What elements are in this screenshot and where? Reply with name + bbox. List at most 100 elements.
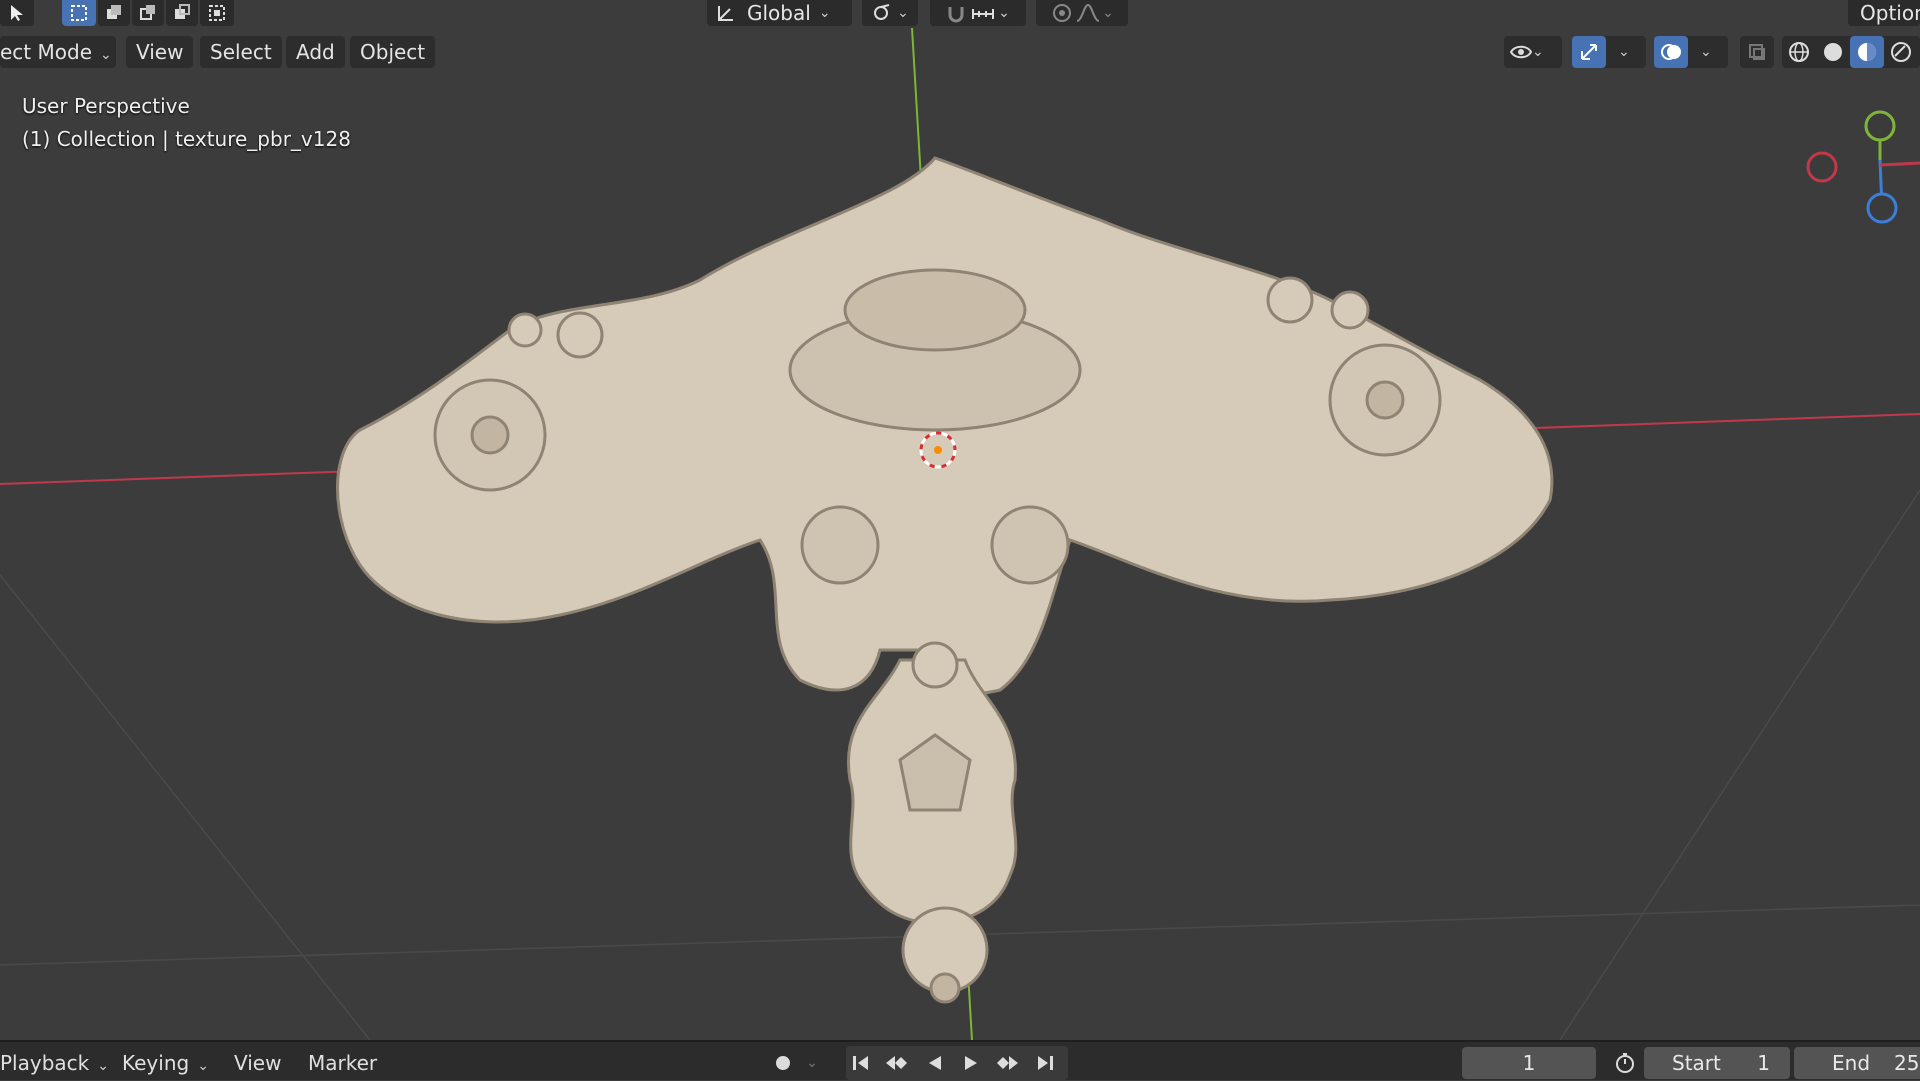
select-intersect-button[interactable] bbox=[200, 0, 234, 26]
magnet-icon bbox=[948, 7, 964, 23]
3d-viewport[interactable]: Global ⌄ ⌄ ⌄ ⌄ Option ect Mode ⌄ View Sel… bbox=[0, 0, 1920, 1040]
overlay-icon bbox=[1654, 36, 1688, 68]
jump-end-button[interactable] bbox=[1030, 1050, 1060, 1076]
mode-dropdown[interactable]: ect Mode ⌄ bbox=[0, 36, 116, 68]
stopwatch-icon bbox=[1616, 1053, 1634, 1073]
proportional-edit-group[interactable]: ⌄ bbox=[1036, 0, 1128, 26]
chevron-down-icon: ⌄ bbox=[1102, 5, 1114, 21]
keying-dropdown[interactable]: Keying ⌄ bbox=[122, 1048, 209, 1078]
playback-label: Playback bbox=[0, 1051, 90, 1075]
gizmo-toggle[interactable]: ⌄ bbox=[1572, 36, 1646, 68]
chevron-down-icon: ⌄ bbox=[1532, 44, 1544, 60]
menu-view[interactable]: View bbox=[126, 36, 194, 68]
end-frame-field[interactable]: End 25 bbox=[1794, 1047, 1920, 1079]
menu-object[interactable]: Object bbox=[350, 36, 436, 68]
pivot-point-dropdown[interactable]: ⌄ bbox=[862, 0, 918, 26]
visibility-dropdown[interactable]: ⌄ bbox=[1504, 36, 1562, 68]
gizmo-neg-x-handle bbox=[1806, 151, 1838, 183]
shading-mode-group[interactable] bbox=[1782, 36, 1920, 68]
record-button[interactable] bbox=[768, 1050, 798, 1076]
grid-line bbox=[0, 574, 371, 1040]
next-keyframe-button[interactable] bbox=[992, 1050, 1022, 1076]
select-new-button[interactable] bbox=[62, 0, 96, 26]
chevron-down-icon: ⌄ bbox=[1700, 44, 1712, 60]
gizmo-z-handle bbox=[1866, 192, 1898, 224]
falloff-curve-icon bbox=[1076, 3, 1100, 22]
perspective-label: User Perspective bbox=[22, 94, 190, 118]
play-reverse-button[interactable] bbox=[920, 1050, 950, 1076]
start-value: 1 bbox=[1757, 1051, 1770, 1075]
prev-keyframe-button[interactable] bbox=[882, 1050, 912, 1076]
gizmo-x-axis bbox=[1879, 161, 1920, 167]
chevron-down-icon: ⌄ bbox=[100, 47, 112, 63]
select-new-icon bbox=[71, 5, 87, 21]
select-extend-icon bbox=[107, 5, 121, 19]
proportional-edit-icon bbox=[1053, 4, 1072, 22]
select-intersect-icon bbox=[209, 5, 225, 21]
end-label: End bbox=[1832, 1051, 1871, 1075]
rendered-icon[interactable] bbox=[1884, 36, 1918, 68]
select-subtract-button[interactable] bbox=[132, 0, 164, 26]
select-tool-button[interactable] bbox=[0, 0, 34, 26]
play-button[interactable] bbox=[956, 1050, 986, 1076]
select-invert-button[interactable] bbox=[166, 0, 198, 26]
timeline-menu-view[interactable]: View bbox=[234, 1048, 281, 1078]
chevron-down-icon: ⌄ bbox=[818, 5, 831, 21]
timeline-header: Playback ⌄ Keying ⌄ View Marker ⌄ 1 Star… bbox=[0, 1040, 1920, 1080]
chevron-down-icon: ⌄ bbox=[806, 1055, 818, 1071]
keying-label: Keying bbox=[122, 1051, 190, 1075]
jump-start-icon bbox=[853, 1056, 868, 1070]
stopwatch-button[interactable] bbox=[1610, 1050, 1640, 1076]
gizmo-y-handle bbox=[1864, 110, 1896, 142]
cursor-arrow-icon bbox=[11, 5, 23, 21]
wireframe-icon[interactable] bbox=[1782, 36, 1816, 68]
next-keyframe-icon bbox=[997, 1056, 1018, 1070]
pivot-point-icon bbox=[874, 4, 890, 20]
chevron-down-icon: ⌄ bbox=[197, 1058, 209, 1074]
chevron-down-icon: ⌄ bbox=[97, 1058, 109, 1074]
xray-toggle[interactable] bbox=[1740, 36, 1774, 68]
gizmo-icon bbox=[1572, 36, 1606, 68]
play-icon bbox=[965, 1056, 977, 1070]
snap-increment-icon bbox=[972, 9, 995, 19]
viewport-info: User Perspective (1) Collection | textur… bbox=[22, 90, 351, 156]
mode-label: ect Mode bbox=[0, 40, 92, 64]
record-options-dropdown[interactable]: ⌄ bbox=[800, 1050, 824, 1076]
record-icon bbox=[776, 1056, 790, 1070]
start-frame-field[interactable]: Start 1 bbox=[1644, 1047, 1790, 1079]
jump-start-button[interactable] bbox=[846, 1050, 876, 1076]
ornament-model bbox=[336, 156, 1554, 1004]
prev-keyframe-icon bbox=[886, 1056, 907, 1070]
menu-select[interactable]: Select bbox=[200, 36, 282, 68]
play-reverse-icon bbox=[929, 1056, 941, 1070]
tool-header: Global ⌄ ⌄ ⌄ ⌄ Option bbox=[0, 0, 1920, 28]
playback-controls bbox=[846, 1046, 1068, 1080]
transform-orientation-value: Global bbox=[747, 1, 811, 25]
chevron-down-icon: ⌄ bbox=[1618, 44, 1630, 60]
navigation-gizmo[interactable] bbox=[1800, 100, 1920, 230]
overlay-toggle[interactable]: ⌄ bbox=[1654, 36, 1728, 68]
end-value: 25 bbox=[1894, 1051, 1920, 1075]
material-preview-icon[interactable] bbox=[1850, 36, 1884, 68]
playback-dropdown[interactable]: Playback ⌄ bbox=[0, 1048, 109, 1078]
viewport-scene bbox=[0, 27, 1920, 1040]
timeline-menu-marker[interactable]: Marker bbox=[308, 1048, 377, 1078]
grid-line bbox=[1559, 489, 1920, 1040]
options-dropdown[interactable]: Option bbox=[1848, 0, 1920, 26]
select-extend-button[interactable] bbox=[98, 0, 130, 26]
options-label: Option bbox=[1860, 1, 1920, 25]
solid-icon[interactable] bbox=[1816, 36, 1850, 68]
snapping-group[interactable]: ⌄ bbox=[930, 0, 1026, 26]
select-invert-icon bbox=[175, 4, 190, 19]
jump-end-icon bbox=[1038, 1056, 1053, 1070]
menu-add[interactable]: Add bbox=[286, 36, 345, 68]
select-subtract-icon bbox=[140, 5, 155, 20]
collection-label: (1) Collection | texture_pbr_v128 bbox=[22, 127, 351, 151]
orientation-icon bbox=[718, 6, 733, 21]
chevron-down-icon: ⌄ bbox=[998, 5, 1010, 21]
chevron-down-icon: ⌄ bbox=[897, 5, 909, 21]
xray-icon bbox=[1740, 36, 1774, 68]
transform-orientation-dropdown[interactable]: Global ⌄ bbox=[707, 0, 852, 26]
current-frame-field[interactable]: 1 bbox=[1462, 1047, 1596, 1079]
start-label: Start bbox=[1672, 1051, 1721, 1075]
